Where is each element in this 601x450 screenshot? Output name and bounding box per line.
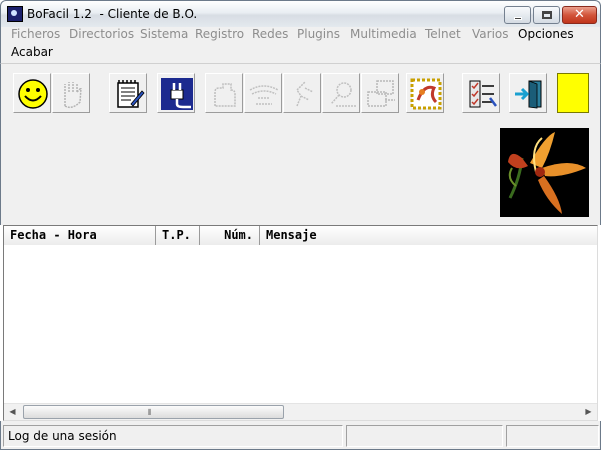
toolbar-button-notepad[interactable]: [109, 73, 147, 113]
toolbar-button-checklist[interactable]: [462, 73, 500, 113]
scroll-left-arrow-icon[interactable]: ◀: [4, 404, 21, 420]
table-header: Fecha - Hora T.P. Núm. Mensaje: [4, 226, 597, 245]
menu-acabar[interactable]: Acabar: [11, 45, 53, 59]
computer-icon: [367, 80, 395, 107]
plug-connect-icon: [161, 78, 193, 110]
column-header-tp[interactable]: T.P.: [156, 226, 200, 245]
menu-sistema[interactable]: Sistema: [140, 27, 188, 41]
menu-directorios[interactable]: Directorios: [69, 27, 134, 41]
window-title: BoFacil 1.2 - Cliente de B.O.: [27, 7, 198, 21]
app-icon: [7, 6, 23, 22]
title-bar: BoFacil 1.2 - Cliente de B.O. ✕: [0, 0, 601, 27]
menu-telnet[interactable]: Telnet: [425, 27, 461, 41]
toolbar-button-search[interactable]: [322, 73, 360, 113]
minimize-icon: [514, 17, 522, 20]
upper-pane: [0, 121, 601, 225]
menu-opciones[interactable]: Opciones: [518, 27, 574, 41]
maximize-icon: [542, 11, 552, 19]
minimize-button[interactable]: [504, 6, 531, 24]
toolbar-button-computer[interactable]: [361, 73, 399, 113]
menu-varios[interactable]: Varios: [472, 27, 509, 41]
color-swatch[interactable]: [557, 73, 589, 113]
toolbar-button-hand[interactable]: [52, 73, 90, 113]
log-table[interactable]: Fecha - Hora T.P. Núm. Mensaje ◀ ⦀ ▶: [3, 225, 598, 421]
search-icon: [330, 82, 356, 107]
menu-bar: Ficheros Directorios Sistema Registro Re…: [0, 27, 601, 63]
close-button[interactable]: ✕: [562, 6, 597, 24]
smiley-icon: [18, 79, 48, 109]
menu-redes[interactable]: Redes: [252, 27, 288, 41]
status-bar: Log de una sesión: [0, 421, 601, 450]
status-panel-2: [346, 425, 503, 447]
status-panel-log: Log de una sesión: [3, 425, 343, 447]
status-panel-3: [506, 425, 599, 447]
toolbar-button-connect[interactable]: [157, 73, 195, 113]
menu-plugins[interactable]: Plugins: [297, 27, 340, 41]
menu-registro[interactable]: Registro: [195, 27, 244, 41]
hand-icon: [64, 82, 82, 109]
menu-multimedia[interactable]: Multimedia: [350, 27, 417, 41]
toolbar-button-network[interactable]: [244, 73, 282, 113]
scroll-right-arrow-icon[interactable]: ▶: [580, 404, 597, 420]
toolbar-button-exit[interactable]: [509, 73, 547, 113]
toolbar-button-folder[interactable]: [205, 73, 243, 113]
flower-image: [500, 128, 589, 217]
notepad-icon: [117, 80, 145, 108]
exit-door-icon: [515, 80, 542, 109]
column-header-mensaje[interactable]: Mensaje: [260, 226, 597, 245]
toolbar-button-process[interactable]: [283, 73, 321, 113]
toolbar: [0, 63, 601, 121]
horizontal-scrollbar[interactable]: ◀ ⦀ ▶: [4, 403, 597, 420]
column-header-fecha-hora[interactable]: Fecha - Hora: [4, 226, 156, 245]
menu-ficheros[interactable]: Ficheros: [11, 27, 60, 41]
checklist-icon: [469, 80, 497, 108]
toolbar-button-smiley[interactable]: [13, 73, 51, 113]
close-icon: ✕: [574, 7, 585, 22]
scroll-thumb[interactable]: ⦀: [23, 405, 284, 419]
network-icon: [249, 85, 279, 105]
scroll-grip-icon: ⦀: [148, 408, 151, 417]
maximize-button[interactable]: [533, 6, 560, 24]
toolbar-button-stamp[interactable]: [406, 73, 444, 113]
process-icon: [296, 81, 314, 107]
column-header-num[interactable]: Núm.: [200, 226, 260, 245]
folder-icon: [214, 83, 236, 107]
stamp-icon: [410, 78, 442, 110]
